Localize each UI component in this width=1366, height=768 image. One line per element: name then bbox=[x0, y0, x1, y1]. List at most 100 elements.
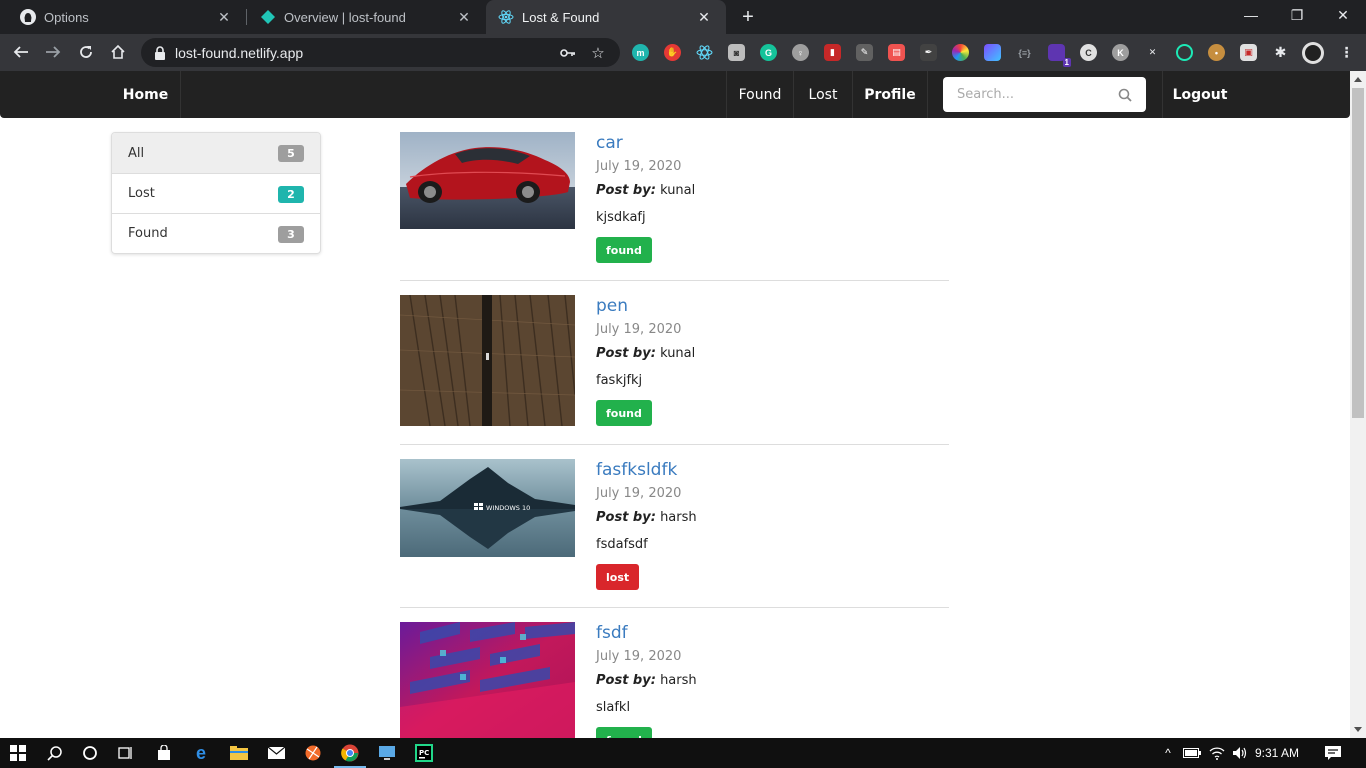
taskbar-clock[interactable]: 9:31 AM bbox=[1255, 738, 1299, 768]
post-title-link[interactable]: fsdf bbox=[596, 623, 628, 643]
window-close-icon[interactable]: ✕ bbox=[1320, 0, 1366, 30]
windows-taskbar: e PC ^ 9:31 AM bbox=[0, 738, 1366, 768]
edge-icon[interactable]: e bbox=[191, 743, 211, 763]
filter-label: Found bbox=[128, 226, 168, 241]
page-scrollbar[interactable] bbox=[1350, 71, 1366, 738]
browser-tab-overview[interactable]: Overview | lost-found ✕ bbox=[240, 0, 486, 34]
filter-item-found[interactable]: Found 3 bbox=[112, 213, 320, 253]
status-badge: found bbox=[596, 727, 652, 738]
task-view-icon[interactable] bbox=[115, 743, 135, 763]
mail-icon[interactable] bbox=[266, 743, 286, 763]
post-image-building[interactable] bbox=[400, 622, 575, 738]
author-name: harsh bbox=[660, 673, 697, 688]
scrollbar-thumb[interactable] bbox=[1352, 88, 1364, 418]
redux-devtools-icon[interactable]: 1 bbox=[1048, 44, 1071, 67]
nav-found-link[interactable]: Found bbox=[727, 71, 793, 118]
minimize-icon[interactable]: — bbox=[1228, 0, 1274, 30]
status-badge: found bbox=[596, 237, 652, 263]
pycharm-icon[interactable]: PC bbox=[414, 743, 434, 763]
restore-icon[interactable]: ❐ bbox=[1274, 0, 1320, 30]
count-badge: 3 bbox=[278, 226, 304, 243]
close-tab-icon[interactable]: ✕ bbox=[696, 9, 712, 25]
close-tab-icon[interactable]: ✕ bbox=[456, 9, 472, 25]
nav-profile-link[interactable]: Profile bbox=[853, 71, 927, 118]
scroll-down-arrow-icon[interactable] bbox=[1354, 727, 1362, 732]
wifi-icon[interactable] bbox=[1207, 743, 1227, 763]
filter-item-lost[interactable]: Lost 2 bbox=[112, 173, 320, 213]
show-hidden-icons-chevron-icon[interactable]: ^ bbox=[1158, 743, 1178, 763]
notification-center-icon[interactable] bbox=[1323, 743, 1343, 763]
post-title-link[interactable]: car bbox=[596, 133, 623, 153]
github-icon bbox=[20, 9, 36, 25]
battery-icon[interactable] bbox=[1182, 743, 1202, 763]
json-viewer-icon[interactable]: {≡} bbox=[1016, 44, 1033, 61]
filter-label: All bbox=[128, 145, 145, 161]
extension-badge: 1 bbox=[1062, 58, 1071, 67]
pen-tool-icon[interactable]: ✒ bbox=[920, 44, 937, 61]
netlify-icon bbox=[260, 9, 276, 25]
post-author: Post by: harsh bbox=[596, 673, 697, 688]
extension-hand-icon[interactable]: ✋ bbox=[664, 44, 681, 61]
forward-icon[interactable] bbox=[41, 40, 65, 64]
volume-icon[interactable] bbox=[1230, 743, 1250, 763]
extension-m-icon[interactable]: m bbox=[632, 44, 649, 61]
extension-x-icon[interactable]: ✕ bbox=[1144, 44, 1161, 61]
browser-toolbar: lost-found.netlify.app ☆ m ✋ ◙ G ♀ ▮ ✎ ▤… bbox=[0, 34, 1366, 71]
store-icon[interactable] bbox=[154, 743, 174, 763]
post-by-label: Post by: bbox=[596, 673, 656, 688]
reload-icon[interactable] bbox=[74, 40, 98, 64]
post-title-link[interactable]: fasfksldfk bbox=[596, 460, 677, 480]
new-tab-button[interactable]: + bbox=[737, 7, 759, 29]
chrome-menu-icon[interactable]: ⋮ bbox=[1338, 44, 1355, 61]
extensions-puzzle-icon[interactable]: ✱ bbox=[1272, 44, 1289, 61]
lightbulb-icon[interactable]: ♀ bbox=[792, 44, 809, 61]
extension-c-icon[interactable]: C bbox=[1080, 44, 1097, 61]
cortana-icon[interactable] bbox=[80, 743, 100, 763]
search-input[interactable] bbox=[943, 87, 1113, 102]
file-explorer-icon[interactable] bbox=[229, 743, 249, 763]
camera-icon[interactable]: ◙ bbox=[728, 44, 745, 61]
windows-start-icon[interactable] bbox=[8, 743, 28, 763]
back-icon[interactable] bbox=[9, 40, 33, 64]
post-image-windows[interactable]: WINDOWS 10 bbox=[400, 459, 575, 557]
window-resizer-icon[interactable] bbox=[984, 44, 1001, 61]
post-image-pen[interactable] bbox=[400, 295, 575, 426]
home-icon[interactable] bbox=[106, 40, 130, 64]
key-icon[interactable] bbox=[560, 45, 576, 61]
post-by-label: Post by: bbox=[596, 510, 656, 525]
book-icon[interactable]: ▮ bbox=[824, 44, 841, 61]
filter-item-all[interactable]: All 5 bbox=[112, 133, 320, 173]
browser-tab-lost-found[interactable]: Lost & Found ✕ bbox=[486, 0, 726, 34]
post-title-link[interactable]: pen bbox=[596, 296, 628, 316]
screenshot-icon[interactable]: ▣ bbox=[1240, 44, 1257, 61]
scroll-up-arrow-icon[interactable] bbox=[1354, 77, 1362, 82]
nav-logout-link[interactable]: Logout bbox=[1163, 71, 1237, 118]
react-icon bbox=[498, 9, 514, 25]
browser-tab-options[interactable]: Options ✕ bbox=[0, 0, 246, 34]
cookie-icon[interactable]: • bbox=[1208, 44, 1225, 61]
remote-desktop-icon[interactable] bbox=[377, 743, 397, 763]
post-description: faskjfkj bbox=[596, 373, 643, 388]
profile-avatar-icon[interactable] bbox=[1302, 42, 1324, 64]
react-devtools-icon[interactable] bbox=[696, 44, 713, 61]
grammarly-icon[interactable]: G bbox=[760, 44, 777, 61]
color-picker-icon[interactable]: ✎ bbox=[856, 44, 873, 61]
nav-lost-link[interactable]: Lost bbox=[794, 71, 852, 118]
post-image-car[interactable] bbox=[400, 132, 575, 229]
taskbar-search-icon[interactable] bbox=[45, 743, 65, 763]
nav-home-link[interactable]: Home bbox=[111, 71, 180, 118]
color-wheel-icon[interactable] bbox=[952, 44, 969, 61]
post-author: Post by: kunal bbox=[596, 346, 695, 361]
extension-k-icon[interactable]: K bbox=[1112, 44, 1129, 61]
count-badge: 2 bbox=[278, 186, 304, 203]
post-description: kjsdkafj bbox=[596, 210, 646, 225]
chrome-taskbar-icon[interactable] bbox=[340, 743, 360, 763]
notes-icon[interactable]: ▤ bbox=[888, 44, 905, 61]
address-bar[interactable]: lost-found.netlify.app ☆ bbox=[141, 38, 620, 67]
bookmark-star-icon[interactable]: ☆ bbox=[590, 45, 606, 62]
post-date: July 19, 2020 bbox=[596, 322, 682, 337]
close-tab-icon[interactable]: ✕ bbox=[216, 9, 232, 25]
basketball-app-icon[interactable] bbox=[303, 743, 323, 763]
search-icon[interactable] bbox=[1117, 87, 1133, 103]
target-icon[interactable] bbox=[1176, 44, 1193, 61]
